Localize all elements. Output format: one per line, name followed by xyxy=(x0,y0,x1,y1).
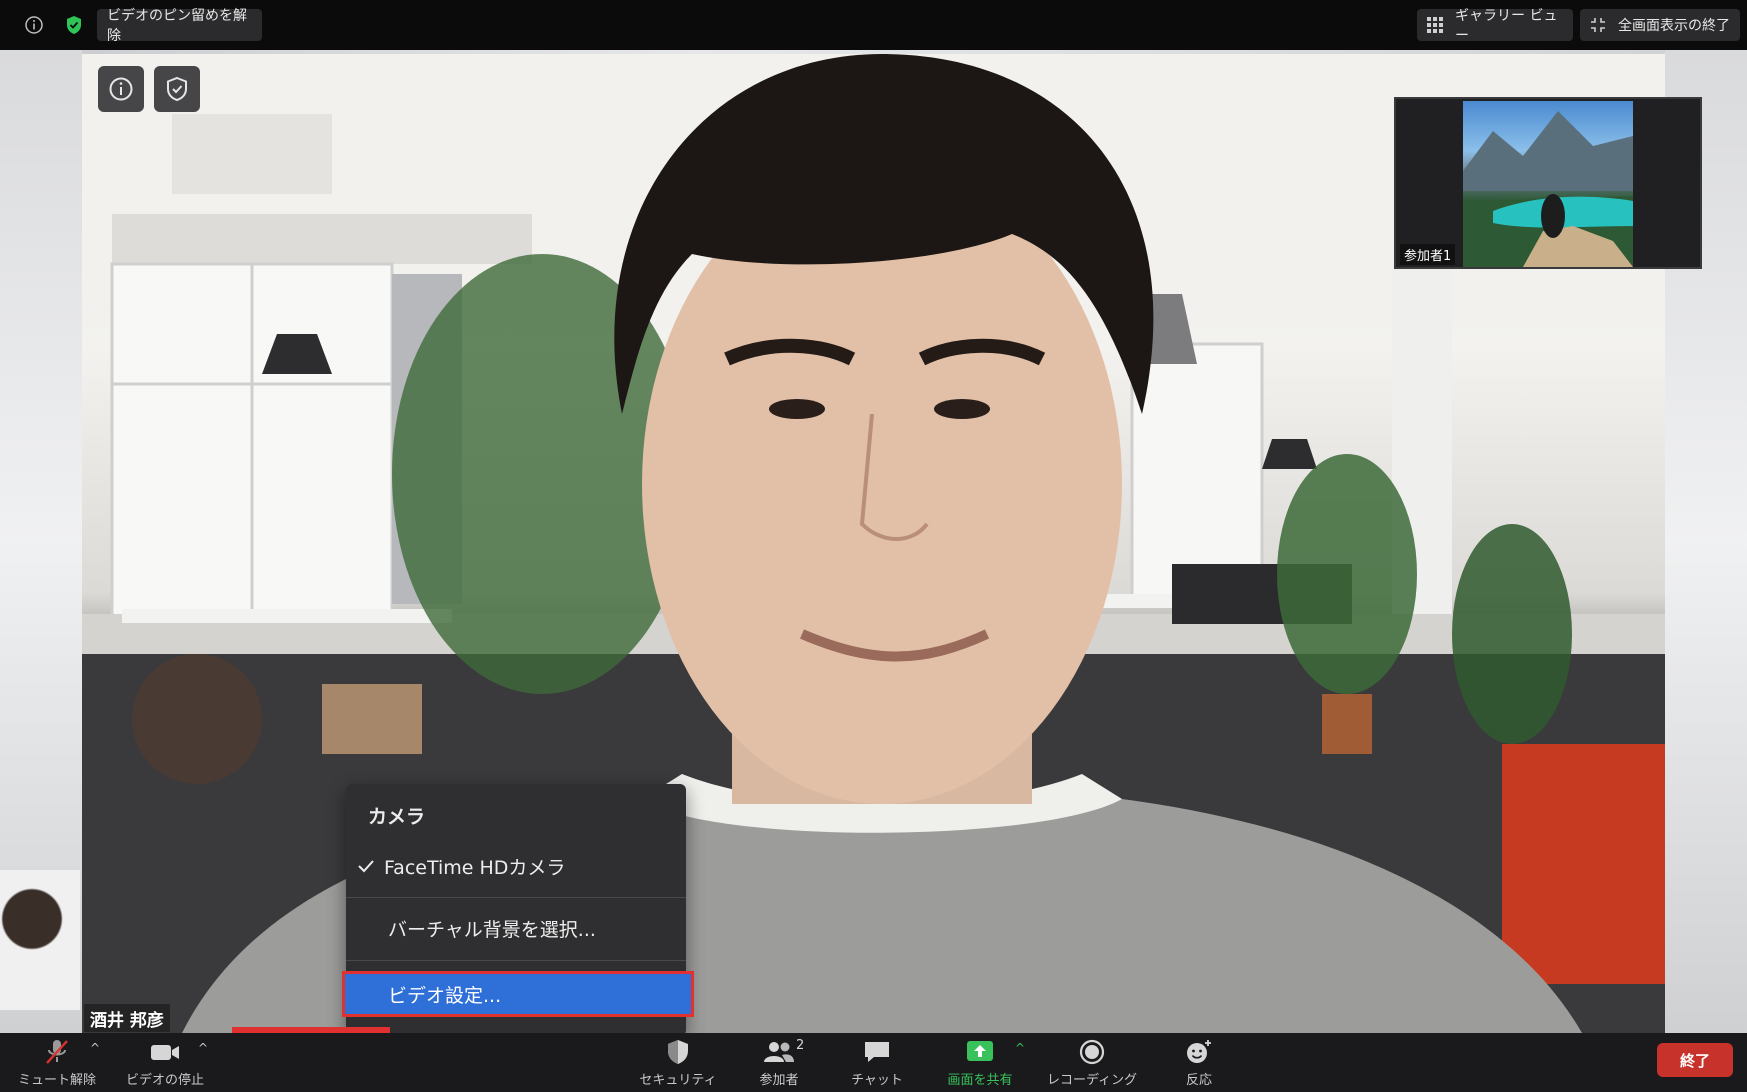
video-stage: 参加者1 xyxy=(0,50,1747,1033)
chevron-up-icon[interactable]: ^ xyxy=(90,1041,100,1055)
record-label: レコーディング xyxy=(1046,1073,1138,1088)
reactions-icon xyxy=(1187,1040,1211,1063)
stop-video-button[interactable]: ビデオの停止 xyxy=(122,1033,208,1092)
top-bar: ビデオのピン留めを解除 ギャラリー ビュー 全画面表示の終了 xyxy=(0,0,1747,50)
reactions-label: 反応 xyxy=(1185,1073,1212,1088)
record-icon xyxy=(1079,1039,1105,1065)
unpin-video-button[interactable]: ビデオのピン留めを解除 xyxy=(97,8,262,44)
participants-count: 2 xyxy=(796,1038,805,1053)
unmute-label: ミュート解除 xyxy=(17,1073,96,1088)
security-label: セキュリティ xyxy=(639,1073,717,1088)
end-meeting-button[interactable]: 終了 xyxy=(1657,1043,1733,1077)
security-button[interactable]: セキュリティ xyxy=(634,1033,722,1092)
participants-button[interactable]: 2 参加者 xyxy=(736,1033,822,1092)
menu-item-virtual-background[interactable]: バーチャル背景を選択... xyxy=(346,910,686,946)
gallery-view-label: ギャラリー ビュー xyxy=(1455,8,1558,44)
participant-thumbnail[interactable]: 参加者1 xyxy=(1394,97,1702,269)
participants-label: 参加者 xyxy=(759,1073,799,1088)
shield-icon xyxy=(167,76,187,102)
share-screen-label: 画面を共有 xyxy=(947,1073,1013,1088)
meeting-toolbar: ミュート解除 ^ ビデオの停止 ^ セキュリティ 2 参加者 チャット 画面を共… xyxy=(0,1033,1747,1092)
camera-menu-header: カメラ xyxy=(368,806,426,828)
reactions-button[interactable]: 反応 xyxy=(1160,1033,1238,1092)
participants-icon xyxy=(764,1042,794,1062)
menu-item-video-settings[interactable]: ビデオ設定... xyxy=(342,971,694,1017)
camera-icon xyxy=(151,1045,179,1060)
unmute-button[interactable]: ミュート解除 xyxy=(14,1033,100,1092)
camera-menu: カメラ FaceTime HDカメラ バーチャル背景を選択... ビデオ設定..… xyxy=(342,784,694,1036)
gallery-view-button[interactable]: ギャラリー ビュー xyxy=(1417,8,1573,44)
participant-name-tag: 酒井 邦彦 xyxy=(84,1004,170,1032)
mic-muted-icon xyxy=(46,1040,68,1064)
info-icon[interactable] xyxy=(22,13,46,37)
checkmark-icon xyxy=(358,859,380,873)
menu-item-label: バーチャル背景を選択... xyxy=(388,918,596,941)
partial-person-image xyxy=(0,870,80,1010)
thumbnail-participant-label: 参加者1 xyxy=(1400,244,1456,265)
record-button[interactable]: レコーディング xyxy=(1041,1033,1143,1092)
info-icon xyxy=(109,77,133,101)
chat-label: チャット xyxy=(851,1073,903,1088)
grid-icon xyxy=(1427,17,1443,33)
exit-fullscreen-icon xyxy=(1590,17,1606,33)
shield-icon[interactable] xyxy=(62,13,86,37)
unpin-video-label: ビデオのピン留めを解除 xyxy=(107,8,247,44)
meeting-info-button[interactable] xyxy=(98,66,144,112)
menu-item-facetime-camera[interactable]: FaceTime HDカメラ xyxy=(346,848,686,884)
chevron-up-icon[interactable]: ^ xyxy=(198,1041,208,1055)
thumbnail-video-image xyxy=(1463,101,1633,267)
chat-icon xyxy=(865,1042,889,1062)
exit-fullscreen-button[interactable]: 全画面表示の終了 xyxy=(1580,9,1740,41)
exit-fullscreen-label: 全画面表示の終了 xyxy=(1618,18,1730,34)
encryption-button[interactable] xyxy=(154,66,200,112)
menu-divider xyxy=(346,897,686,898)
share-icon xyxy=(967,1041,993,1061)
side-background-left xyxy=(0,50,82,1033)
menu-item-label: FaceTime HDカメラ xyxy=(384,856,566,879)
chat-button[interactable]: チャット xyxy=(834,1033,920,1092)
stop-video-label: ビデオの停止 xyxy=(125,1073,204,1088)
security-icon xyxy=(668,1040,688,1064)
share-screen-button[interactable]: 画面を共有 xyxy=(935,1033,1025,1092)
chevron-up-icon[interactable]: ^ xyxy=(1015,1041,1025,1055)
menu-divider xyxy=(346,960,686,961)
menu-item-label: ビデオ設定... xyxy=(388,984,502,1007)
